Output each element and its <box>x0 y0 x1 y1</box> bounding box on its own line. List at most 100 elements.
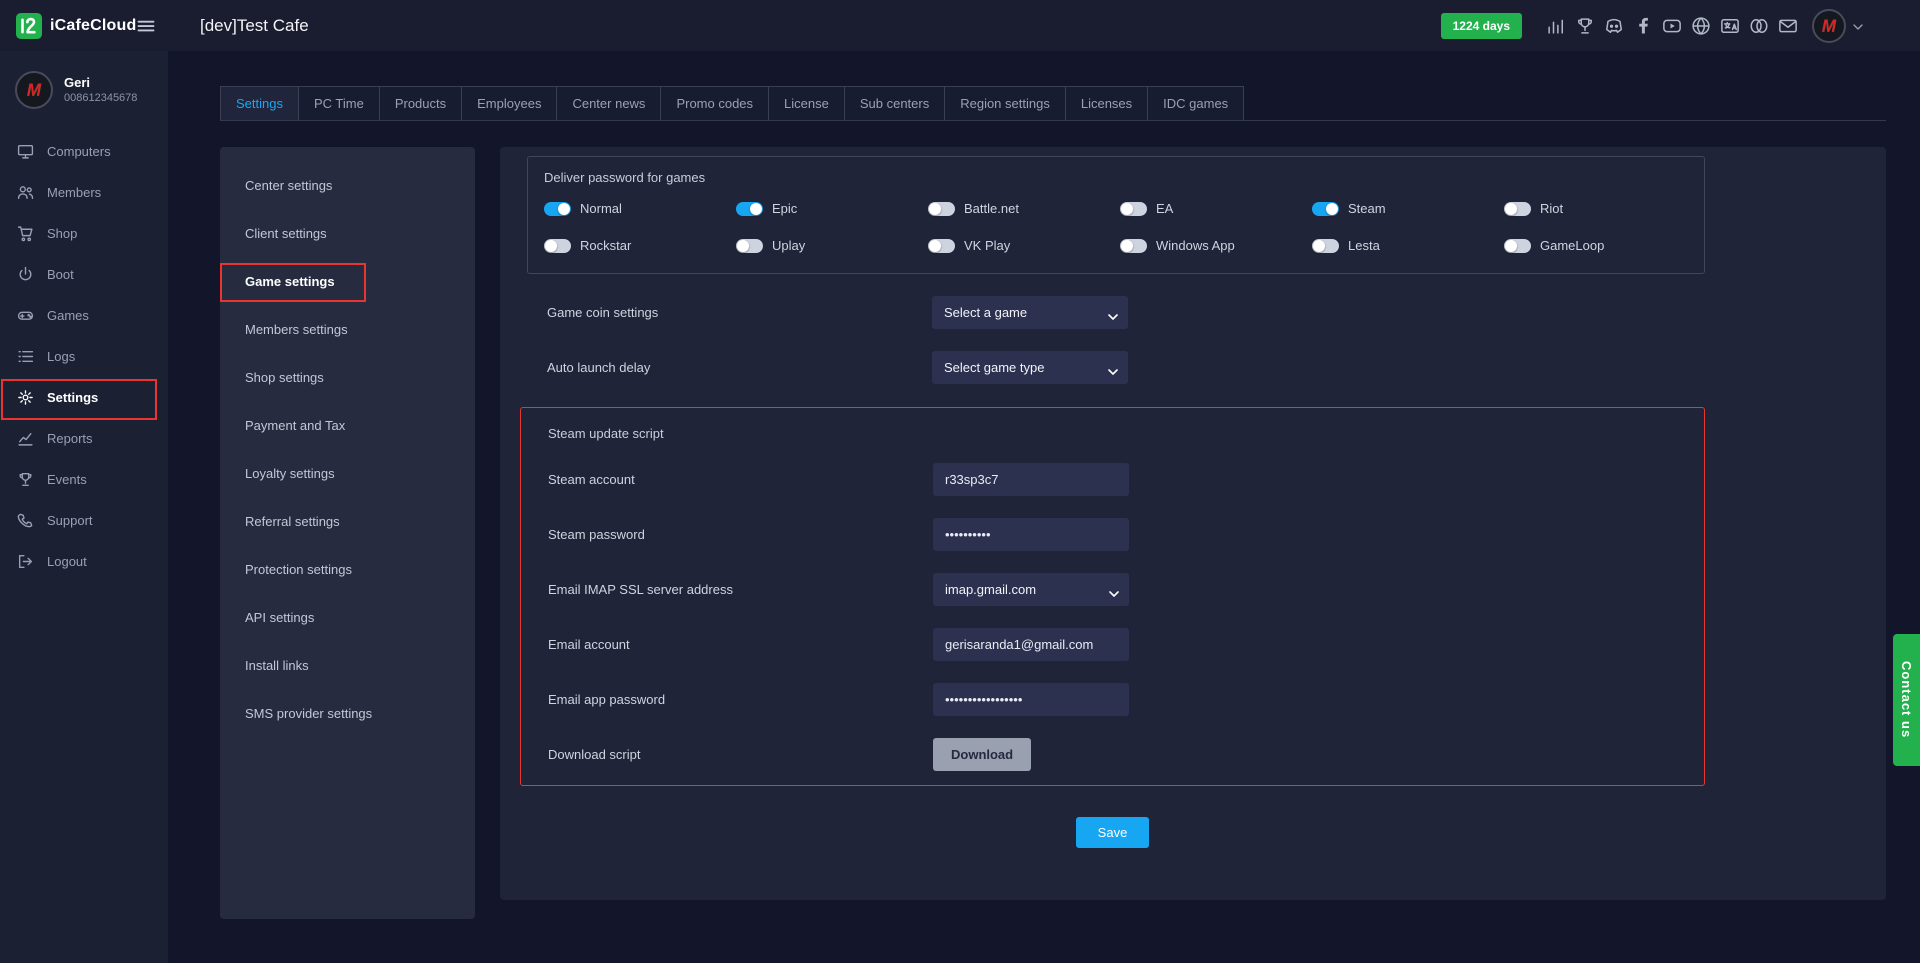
toggle-switch[interactable] <box>544 239 571 253</box>
toggle-battle-net[interactable]: Battle.net <box>928 201 1120 216</box>
user-menu-chevron-icon[interactable] <box>1852 20 1864 32</box>
stats-icon[interactable] <box>1546 16 1566 36</box>
sidebar-user-block[interactable]: M Geri 008612345678 <box>0 51 168 125</box>
nav-item-shop-settings[interactable]: Shop settings <box>220 353 475 401</box>
sidebar-item-events[interactable]: Events <box>0 459 168 500</box>
steam-account-input[interactable] <box>933 463 1129 496</box>
nav-item-loyalty-settings[interactable]: Loyalty settings <box>220 449 475 497</box>
youtube-icon[interactable] <box>1662 16 1682 36</box>
download-button[interactable]: Download <box>933 738 1031 771</box>
toggle-switch[interactable] <box>736 202 763 216</box>
nav-item-game-settings[interactable]: Game settings <box>220 257 475 305</box>
field-label: Email account <box>548 637 933 652</box>
tab-promo-codes[interactable]: Promo codes <box>660 86 769 120</box>
steam-update-script-section: Steam update script Steam account Steam … <box>520 407 1705 786</box>
sidebar-item-logs[interactable]: Logs <box>0 336 168 377</box>
toggle-rockstar[interactable]: Rockstar <box>544 238 736 253</box>
tab-pc-time[interactable]: PC Time <box>298 86 380 120</box>
user-name: Geri <box>64 74 137 91</box>
nav-item-install-links[interactable]: Install links <box>220 641 475 689</box>
toggle-switch[interactable] <box>1312 202 1339 216</box>
sidebar-item-support[interactable]: Support <box>0 500 168 541</box>
toggle-switch[interactable] <box>1120 239 1147 253</box>
nav-item-client-settings[interactable]: Client settings <box>220 209 475 257</box>
nav-item-protection-settings[interactable]: Protection settings <box>220 545 475 593</box>
deliver-password-section: Deliver password for games Normal Epic B… <box>527 156 1705 274</box>
users-icon <box>17 184 34 201</box>
facebook-icon[interactable] <box>1633 16 1653 36</box>
brand-name: iCafeCloud <box>50 17 136 35</box>
sidebar-item-games[interactable]: Games <box>0 295 168 336</box>
section-title: Steam update script <box>548 426 1704 441</box>
contact-us-tab[interactable]: Contact us <box>1893 634 1920 766</box>
toggle-switch[interactable] <box>1120 202 1147 216</box>
toggle-label: Normal <box>580 201 622 216</box>
toggle-switch[interactable] <box>1504 202 1531 216</box>
toggle-switch[interactable] <box>928 239 955 253</box>
nav-item-api-settings[interactable]: API settings <box>220 593 475 641</box>
imap-server-row: Email IMAP SSL server address imap.gmail… <box>548 573 1704 606</box>
user-phone: 008612345678 <box>64 91 137 106</box>
toggle-windows-app[interactable]: Windows App <box>1120 238 1312 253</box>
coins-icon[interactable] <box>1749 16 1769 36</box>
sidebar-item-members[interactable]: Members <box>0 172 168 213</box>
toggle-lesta[interactable]: Lesta <box>1312 238 1504 253</box>
tab-settings[interactable]: Settings <box>220 86 299 120</box>
tab-licenses[interactable]: Licenses <box>1065 86 1148 120</box>
sidebar-item-settings[interactable]: Settings <box>0 377 168 418</box>
avatar-letter: M <box>1822 16 1836 36</box>
toggle-label: Riot <box>1540 201 1563 216</box>
nav-item-sms-provider-settings[interactable]: SMS provider settings <box>220 689 475 737</box>
tab-sub-centers[interactable]: Sub centers <box>844 86 945 120</box>
tab-license[interactable]: License <box>768 86 845 120</box>
hamburger-menu-icon[interactable] <box>136 16 156 36</box>
toggle-label: EA <box>1156 201 1173 216</box>
sidebar-item-reports[interactable]: Reports <box>0 418 168 459</box>
nav-item-payment-and-tax[interactable]: Payment and Tax <box>220 401 475 449</box>
toggle-epic[interactable]: Epic <box>736 201 928 216</box>
toggle-gameloop[interactable]: GameLoop <box>1504 238 1696 253</box>
sidebar-item-logout[interactable]: Logout <box>0 541 168 582</box>
mail-icon[interactable] <box>1778 16 1798 36</box>
sidebar-item-shop[interactable]: Shop <box>0 213 168 254</box>
sidebar-menu: Computers Members Shop Boot Games Logs S… <box>0 125 168 582</box>
save-button[interactable]: Save <box>1076 817 1150 848</box>
tab-employees[interactable]: Employees <box>461 86 557 120</box>
tab-idc-games[interactable]: IDC games <box>1147 86 1244 120</box>
trophy-icon[interactable] <box>1575 16 1595 36</box>
toggle-ea[interactable]: EA <box>1120 201 1312 216</box>
toggle-normal[interactable]: Normal <box>544 201 736 216</box>
nav-item-referral-settings[interactable]: Referral settings <box>220 497 475 545</box>
discord-icon[interactable] <box>1604 16 1624 36</box>
game-coin-select[interactable]: Select a game <box>932 296 1128 329</box>
days-remaining-badge[interactable]: 1224 days <box>1441 13 1522 39</box>
nav-item-center-settings[interactable]: Center settings <box>220 161 475 209</box>
toggle-switch[interactable] <box>1312 239 1339 253</box>
toggle-riot[interactable]: Riot <box>1504 201 1696 216</box>
tab-products[interactable]: Products <box>379 86 462 120</box>
tab-region-settings[interactable]: Region settings <box>944 86 1066 120</box>
tab-center-news[interactable]: Center news <box>556 86 661 120</box>
toggle-switch[interactable] <box>736 239 763 253</box>
toggle-vk-play[interactable]: VK Play <box>928 238 1120 253</box>
toggle-uplay[interactable]: Uplay <box>736 238 928 253</box>
sidebar-item-label: Reports <box>47 431 93 446</box>
toggle-switch[interactable] <box>1504 239 1531 253</box>
sidebar-item-boot[interactable]: Boot <box>0 254 168 295</box>
auto-launch-select[interactable]: Select game type <box>932 351 1128 384</box>
globe-icon[interactable] <box>1691 16 1711 36</box>
toggle-switch[interactable] <box>928 202 955 216</box>
toggle-switch[interactable] <box>544 202 571 216</box>
brand[interactable]: iCafeCloud <box>0 0 168 51</box>
sidebar-item-label: Shop <box>47 226 77 241</box>
email-app-password-input[interactable] <box>933 683 1129 716</box>
imap-server-select[interactable]: imap.gmail.com <box>933 573 1129 606</box>
user-avatar[interactable]: M <box>1812 9 1846 43</box>
toggle-steam[interactable]: Steam <box>1312 201 1504 216</box>
sidebar-item-computers[interactable]: Computers <box>0 131 168 172</box>
steam-password-input[interactable] <box>933 518 1129 551</box>
email-account-input[interactable] <box>933 628 1129 661</box>
translate-icon[interactable] <box>1720 16 1740 36</box>
steam-password-row: Steam password <box>548 518 1704 551</box>
nav-item-members-settings[interactable]: Members settings <box>220 305 475 353</box>
